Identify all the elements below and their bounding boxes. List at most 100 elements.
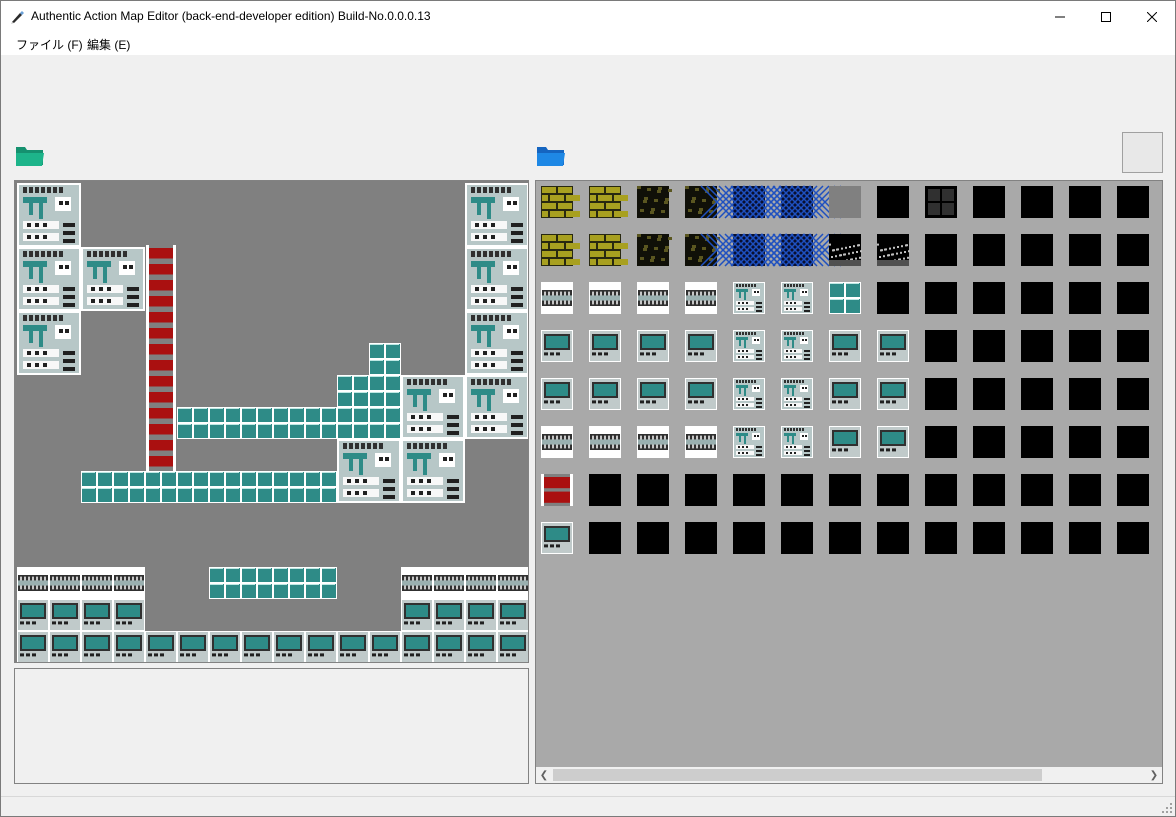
map-conveyor-tile[interactable] [113, 567, 145, 599]
map-panel-tile[interactable] [209, 631, 241, 662]
map-machine-tile[interactable] [401, 439, 465, 503]
tileset-tile[interactable] [781, 522, 813, 554]
maximize-button[interactable] [1083, 1, 1129, 32]
tileset-tile[interactable] [685, 282, 717, 314]
tileset-tile[interactable] [685, 522, 717, 554]
map-tiles[interactable] [15, 181, 528, 662]
map-panel-tile[interactable] [401, 599, 433, 631]
map-machine-tile[interactable] [17, 311, 81, 375]
tileset-tile[interactable] [973, 234, 1005, 266]
map-block-tile[interactable] [209, 567, 241, 599]
close-button[interactable] [1129, 1, 1175, 32]
tileset-tile[interactable] [925, 186, 957, 218]
map-block-tile[interactable] [305, 567, 337, 599]
tileset-tile[interactable] [589, 426, 621, 458]
tileset-tile[interactable] [541, 234, 580, 266]
tileset-tile[interactable] [973, 186, 1005, 218]
tileset-tile[interactable] [685, 378, 717, 410]
map-block-tile[interactable] [337, 375, 369, 407]
open-tileset-folder-icon[interactable] [536, 144, 566, 168]
tileset-tile[interactable] [829, 522, 861, 554]
tileset-tile[interactable] [685, 426, 717, 458]
map-conveyor-tile[interactable] [17, 567, 49, 599]
tileset-tile[interactable] [973, 330, 1005, 362]
map-block-tile[interactable] [81, 471, 113, 503]
map-panel-tile[interactable] [433, 599, 465, 631]
tileset-tile[interactable] [637, 522, 669, 554]
map-block-tile[interactable] [273, 407, 305, 439]
map-panel-tile[interactable] [49, 631, 81, 662]
map-panel-tile[interactable] [369, 631, 401, 662]
map-conveyor-tile[interactable] [465, 567, 497, 599]
tileset-tile[interactable] [685, 474, 717, 506]
tileset-tile[interactable] [781, 378, 813, 410]
map-conveyor-tile[interactable] [49, 567, 81, 599]
tileset-tile[interactable] [877, 330, 909, 362]
tileset-tile[interactable] [541, 474, 573, 506]
tileset-tile[interactable] [541, 378, 573, 410]
map-machine-tile[interactable] [465, 311, 528, 375]
tileset-tile[interactable] [925, 234, 957, 266]
map-panel-tile[interactable] [305, 631, 337, 662]
tileset-tile[interactable] [637, 426, 669, 458]
tileset-tile[interactable] [589, 330, 621, 362]
menu-edit[interactable]: 編集 (E) [87, 36, 130, 53]
tileset-tile[interactable] [925, 282, 957, 314]
tileset-tile[interactable] [733, 474, 765, 506]
tileset-tile[interactable] [541, 522, 573, 554]
tileset-tile[interactable] [781, 282, 813, 314]
map-block-tile[interactable] [177, 471, 209, 503]
tileset-tile[interactable] [637, 474, 669, 506]
tileset-tile[interactable] [589, 474, 621, 506]
tileset-tile[interactable] [925, 426, 957, 458]
map-block-tile[interactable] [113, 471, 145, 503]
tileset-tile[interactable] [1069, 426, 1101, 458]
tileset-tile[interactable] [1117, 378, 1149, 410]
map-panel-tile[interactable] [337, 631, 369, 662]
map-panel-tile[interactable] [113, 631, 145, 662]
tileset-tile[interactable] [973, 282, 1005, 314]
tileset-tile[interactable] [1021, 378, 1053, 410]
tileset-tile[interactable] [781, 426, 813, 458]
tileset-tile[interactable] [1069, 186, 1101, 218]
map-block-tile[interactable] [305, 471, 337, 503]
map-machine-tile[interactable] [337, 439, 401, 503]
map-panel-tile[interactable] [145, 631, 177, 662]
tileset-tile[interactable] [1117, 186, 1149, 218]
map-block-tile[interactable] [337, 407, 369, 439]
tileset-tiles[interactable] [536, 181, 1162, 767]
tileset-tile[interactable] [541, 282, 573, 314]
map-canvas[interactable] [14, 180, 529, 663]
tileset-tile[interactable] [733, 282, 765, 314]
tileset-tile[interactable] [829, 426, 861, 458]
title-bar[interactable]: Authentic Action Map Editor (back-end-de… [1, 1, 1175, 32]
tileset-tile[interactable] [637, 234, 672, 266]
map-block-tile[interactable] [177, 407, 209, 439]
map-block-tile[interactable] [241, 567, 273, 599]
tileset-tile[interactable] [541, 426, 573, 458]
tileset-tile[interactable] [1117, 426, 1149, 458]
tileset-tile[interactable] [1117, 282, 1149, 314]
tileset-tile[interactable] [829, 186, 861, 218]
map-panel-tile[interactable] [465, 631, 497, 662]
map-panel-tile[interactable] [273, 631, 305, 662]
tileset-tile[interactable] [877, 378, 909, 410]
map-panel-tile[interactable] [17, 631, 49, 662]
tileset-tile[interactable] [925, 522, 957, 554]
tileset-tile[interactable] [925, 378, 957, 410]
tileset-tile[interactable] [589, 282, 621, 314]
map-conveyor-tile[interactable] [81, 567, 113, 599]
menu-file[interactable]: ファイル (F) [16, 36, 83, 53]
tileset-tile[interactable] [637, 330, 669, 362]
tileset-tile[interactable] [829, 474, 861, 506]
tileset-tile[interactable] [541, 330, 573, 362]
tileset-tile[interactable] [1021, 234, 1053, 266]
tileset-tile[interactable] [877, 186, 909, 218]
map-block-tile[interactable] [273, 471, 305, 503]
map-conveyor-tile[interactable] [401, 567, 433, 599]
map-panel-tile[interactable] [401, 631, 433, 662]
tileset-tile[interactable] [1117, 234, 1149, 266]
scroll-left-arrow-icon[interactable]: ❮ [536, 767, 552, 783]
tileset-tile[interactable] [925, 330, 957, 362]
map-conveyor-tile[interactable] [433, 567, 465, 599]
